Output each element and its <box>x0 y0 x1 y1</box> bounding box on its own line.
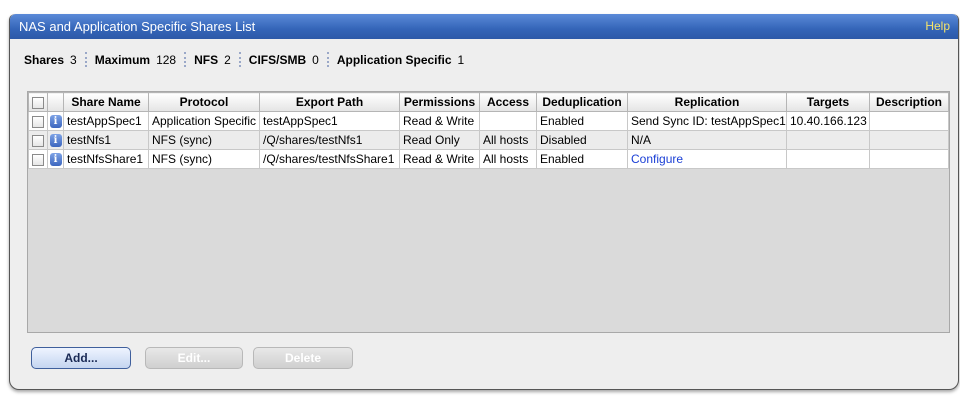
cell-replication: N/A <box>627 130 787 150</box>
row-checkbox-cell[interactable] <box>28 130 48 150</box>
help-link[interactable]: Help <box>925 14 950 39</box>
summary-shares-label: Shares <box>24 53 65 67</box>
info-column-header <box>47 92 64 112</box>
cell-deduplication: Enabled <box>536 111 628 131</box>
summary-nfs-label: NFS <box>194 53 219 67</box>
row-checkbox-cell[interactable] <box>28 111 48 131</box>
column-header-description[interactable]: Description <box>869 92 949 112</box>
summary-divider <box>326 52 329 67</box>
shares-summary: Shares 3 Maximum 128 NFS 2 CIFS/SMB 0 Applicatio… <box>24 52 464 68</box>
column-header-deduplication[interactable]: Deduplication <box>536 92 628 112</box>
cell-protocol: Application Specific <box>148 111 260 131</box>
row-checkbox[interactable] <box>32 153 44 166</box>
select-all-checkbox[interactable] <box>32 96 44 109</box>
summary-cifs-label: CIFS/SMB <box>248 53 307 67</box>
row-checkbox[interactable] <box>32 134 44 147</box>
cell-access: All hosts <box>479 149 537 169</box>
row-checkbox[interactable] <box>32 115 44 128</box>
cell-description <box>869 130 949 150</box>
summary-appspec-value: 1 <box>457 53 465 67</box>
shares-table: Share Name Protocol Export Path Permissi… <box>28 92 949 169</box>
cell-targets <box>786 149 870 169</box>
summary-maximum-label: Maximum <box>94 53 151 67</box>
cell-permissions: Read Only <box>399 130 480 150</box>
row-info-cell[interactable]: i <box>47 149 64 169</box>
cell-protocol: NFS (sync) <box>148 149 260 169</box>
summary-divider <box>184 52 187 67</box>
cell-export-path: testAppSpec1 <box>259 111 400 131</box>
summary-shares-value: 3 <box>70 53 77 67</box>
summary-cifs-value: 0 <box>312 53 319 67</box>
column-header-protocol[interactable]: Protocol <box>148 92 260 112</box>
column-header-targets[interactable]: Targets <box>786 92 870 112</box>
row-info-cell[interactable]: i <box>47 111 64 131</box>
table-row[interactable]: i testAppSpec1 Application Specific test… <box>28 111 949 131</box>
cell-export-path: /Q/shares/testNfsShare1 <box>259 149 400 169</box>
cell-targets <box>786 130 870 150</box>
info-icon[interactable]: i <box>49 134 62 148</box>
cell-deduplication: Enabled <box>536 149 628 169</box>
cell-permissions: Read & Write <box>399 149 480 169</box>
info-icon[interactable]: i <box>49 153 62 167</box>
panel-title-bar: NAS and Application Specific Shares List… <box>10 14 958 39</box>
column-header-export-path[interactable]: Export Path <box>259 92 400 112</box>
cell-export-path: /Q/shares/testNfs1 <box>259 130 400 150</box>
table-row[interactable]: i testNfsShare1 NFS (sync) /Q/shares/tes… <box>28 149 949 169</box>
configure-replication-link[interactable]: Configure <box>631 152 683 166</box>
cell-access <box>479 111 537 131</box>
summary-appspec-label: Application Specific <box>336 53 452 67</box>
column-header-permissions[interactable]: Permissions <box>399 92 480 112</box>
row-info-cell[interactable]: i <box>47 130 64 150</box>
summary-divider <box>238 52 241 67</box>
table-header-row: Share Name Protocol Export Path Permissi… <box>28 92 949 112</box>
cell-description <box>869 149 949 169</box>
delete-button[interactable]: Delete <box>253 347 353 369</box>
cell-access: All hosts <box>479 130 537 150</box>
select-all-checkbox-cell[interactable] <box>28 92 48 112</box>
cell-share-name: testNfs1 <box>63 130 149 150</box>
summary-divider <box>84 52 87 67</box>
column-header-replication[interactable]: Replication <box>627 92 787 112</box>
column-header-share-name[interactable]: Share Name <box>63 92 149 112</box>
column-header-access[interactable]: Access <box>479 92 537 112</box>
cell-share-name: testAppSpec1 <box>63 111 149 131</box>
table-row[interactable]: i testNfs1 NFS (sync) /Q/shares/testNfs1… <box>28 130 949 150</box>
add-button[interactable]: Add... <box>31 347 131 369</box>
edit-button[interactable]: Edit... <box>145 347 243 369</box>
cell-deduplication: Disabled <box>536 130 628 150</box>
cell-replication: Send Sync ID: testAppSpec1 <box>627 111 787 131</box>
info-icon[interactable]: i <box>49 115 62 129</box>
cell-replication: Configure <box>627 149 787 169</box>
cell-share-name: testNfsShare1 <box>63 149 149 169</box>
shares-grid: Share Name Protocol Export Path Permissi… <box>27 91 950 333</box>
cell-targets: 10.40.166.123 <box>786 111 870 131</box>
panel-title: NAS and Application Specific Shares List <box>19 19 256 34</box>
summary-maximum-value: 128 <box>156 53 177 67</box>
row-checkbox-cell[interactable] <box>28 149 48 169</box>
cell-description <box>869 111 949 131</box>
summary-nfs-value: 2 <box>224 53 231 67</box>
cell-protocol: NFS (sync) <box>148 130 260 150</box>
cell-permissions: Read & Write <box>399 111 480 131</box>
